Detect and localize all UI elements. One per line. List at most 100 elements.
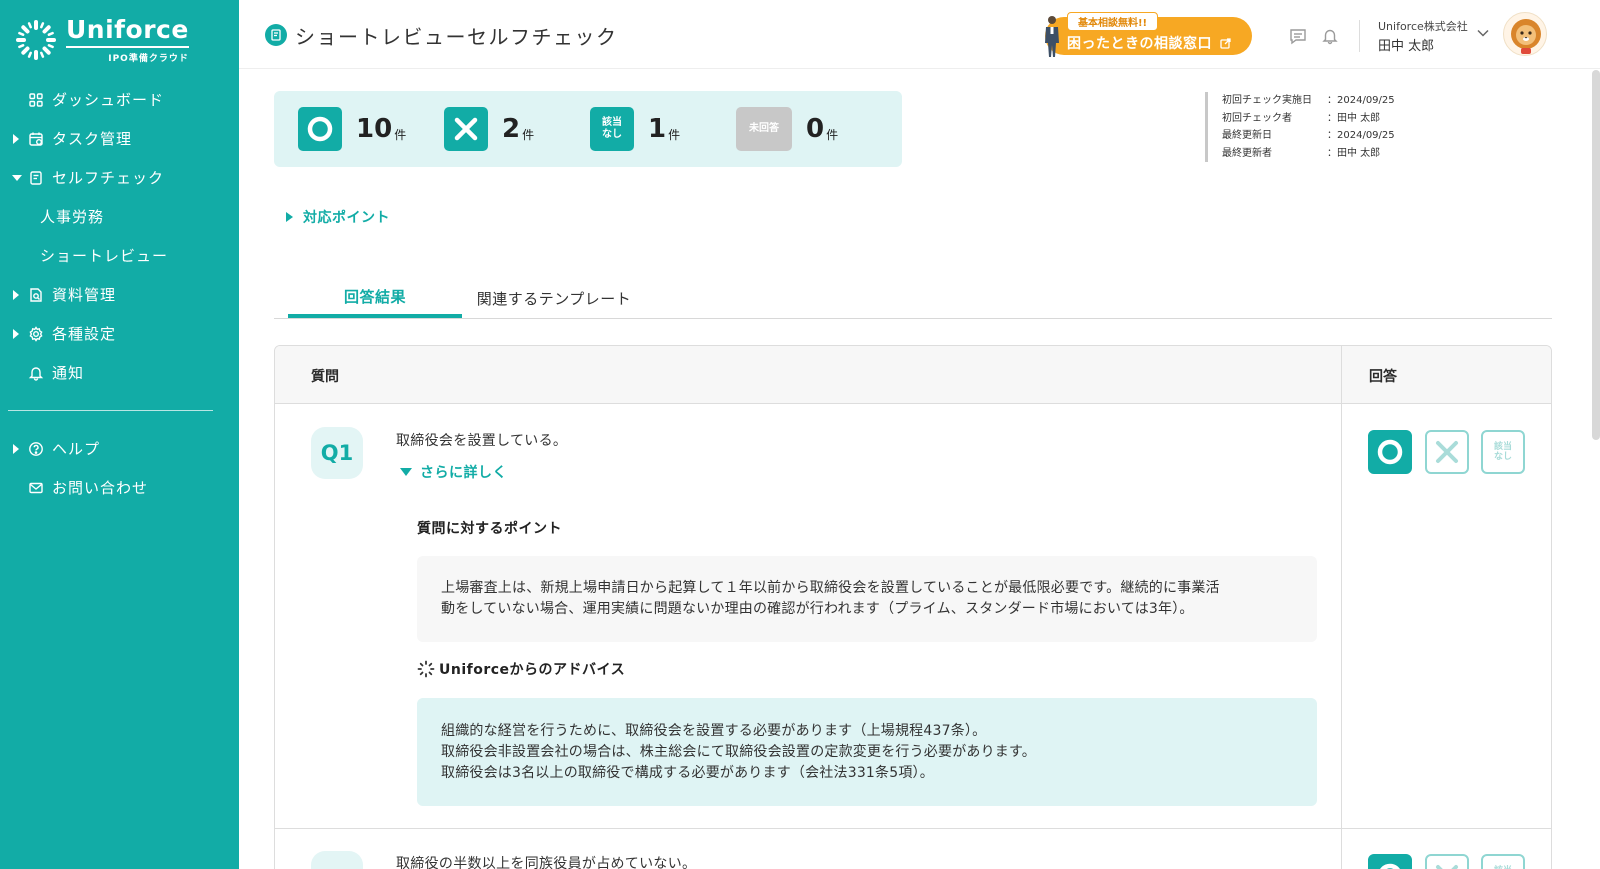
grid-icon (29, 92, 43, 107)
meta-value: ：2024/09/25 (1327, 95, 1395, 106)
row-divider (275, 828, 1551, 829)
tab-answer-results[interactable]: 回答結果 (288, 278, 462, 318)
summary-unanswered-label: 未回答 (749, 123, 779, 134)
page-checklist-icon (265, 24, 287, 46)
sidebar-item-hr-labor[interactable]: 人事労務 (0, 197, 239, 236)
bell-icon (28, 366, 44, 381)
calendar-icon (29, 132, 43, 146)
question-table: 質問 回答 Q1 取締役会を設置している。 さらに詳しく 質問に対するポイント … (274, 345, 1552, 869)
mail-icon (29, 482, 43, 493)
consultation-label-row: 困ったときの相談窓口 (1067, 33, 1232, 53)
consultant-person-icon (1045, 16, 1059, 57)
summary-unit: 件 (394, 127, 407, 142)
consultation-free-badge: 基本相談無料!! (1067, 12, 1159, 31)
top-header: ショートレビューセルフチェック 基本相談無料!! 困ったときの相談窓口 Unif… (239, 0, 1600, 69)
answer-ng-button[interactable] (1425, 430, 1469, 474)
table-header: 質問 回答 (275, 346, 1551, 404)
response-points-label: 対応ポイント (303, 210, 390, 226)
sidebar-item-selfcheck[interactable]: セルフチェック (0, 158, 239, 197)
meta-row: 最終更新者 ：田中 太郎 (1222, 145, 1395, 163)
meta-row: 初回チェック者 ：田中 太郎 (1222, 110, 1395, 128)
advice-title: Uniforceからのアドバイス (439, 662, 626, 678)
sidebar-divider (8, 410, 213, 411)
sidebar-item-contact[interactable]: お問い合わせ (0, 468, 239, 507)
question-text: 取締役会を設置している。 (396, 433, 568, 449)
summary-ok: 10 件 (298, 107, 406, 151)
avatar[interactable] (1503, 12, 1547, 56)
chat-icon[interactable] (1289, 27, 1307, 45)
response-points-toggle[interactable]: 対応ポイント (286, 207, 390, 227)
summary-unit: 件 (522, 127, 535, 142)
answer-column-header: 回答 (1369, 369, 1397, 385)
answer-ng-button[interactable] (1425, 854, 1469, 869)
sidebar-item-short-review[interactable]: ショートレビュー (0, 236, 239, 275)
meta-row: 初回チェック実施日 ：2024/09/25 (1222, 92, 1395, 110)
sidebar-item-label: 資料管理 (52, 286, 117, 304)
summary-unanswered-count: 0 (806, 114, 825, 144)
sidebar-nav: ダッシュボード タスク管理 セルフチェック 人事労務 ショートレビュー 資料管理… (0, 80, 239, 507)
question-point-box: 上場審査上は、新規上場申請日から起算して１年以前から取締役会を設置していることが… (417, 556, 1317, 642)
sidebar-item-label: ショートレビュー (40, 247, 169, 265)
meta-value: ：田中 太郎 (1327, 112, 1381, 124)
meta-key: 初回チェック実施日 (1222, 95, 1312, 106)
summary-unanswered: 未回答 0 件 (736, 107, 838, 151)
sidebar-item-notifications[interactable]: 通知 (0, 353, 239, 392)
show-more-toggle[interactable]: さらに詳しく (400, 462, 507, 482)
sidebar-item-label: ダッシュボード (52, 91, 165, 109)
summary-ok-count: 10 (356, 114, 393, 144)
question-point-line: 動をしていない場合、運用実績に問題ないか理由の確認が行われます（プライム、スタン… (441, 601, 1194, 617)
answer-na-button[interactable]: 該当なし (1481, 854, 1525, 869)
answer-ok-button[interactable] (1368, 854, 1412, 869)
logo-name: Uniforce (66, 14, 189, 44)
cross-mark-icon (1436, 441, 1458, 463)
unanswered-mark: 未回答 (736, 107, 792, 151)
notification-bell-icon[interactable] (1321, 27, 1339, 45)
advice-line: 取締役会非設置会社の場合は、株主総会にて取締役会設置の定款変更を行う必要がありま… (441, 743, 1036, 760)
advice-line: 組織的な経営を行うために、取締役会を設置する必要があります（上場規程437条）。 (441, 722, 987, 739)
meta-value: ：2024/09/25 (1327, 130, 1395, 141)
sidebar-item-help[interactable]: ヘルプ (0, 429, 239, 468)
sidebar-item-label: タスク管理 (52, 130, 133, 148)
summary-na-label: 該当なし (602, 117, 622, 140)
header-divider (1359, 20, 1360, 52)
meta-value: ：田中 太郎 (1327, 147, 1381, 159)
summary-na-count: 1 (648, 114, 667, 144)
answer-summary: 10 件 2 件 該当なし 1 件 未回答 0 件 (274, 91, 902, 167)
uniforce-logo-icon (417, 660, 435, 678)
consultation-button[interactable]: 基本相談無料!! 困ったときの相談窓口 (1037, 12, 1257, 58)
checklist-icon (30, 170, 42, 185)
caret-right-icon (13, 329, 19, 339)
question-column-header: 質問 (311, 369, 339, 385)
not-applicable-mark: 該当なし (590, 107, 634, 151)
user-name[interactable]: 田中 太郎 (1378, 35, 1434, 54)
sidebar-item-documents[interactable]: 資料管理 (0, 275, 239, 314)
answer-na-button[interactable]: 該当なし (1481, 430, 1525, 474)
caret-down-icon (12, 175, 22, 181)
company-name: Uniforce株式会社 (1378, 20, 1468, 33)
triangle-down-icon (400, 468, 412, 476)
sidebar-item-label: ヘルプ (52, 440, 101, 458)
sidebar-item-settings[interactable]: 各種設定 (0, 314, 239, 353)
triangle-right-icon (286, 212, 293, 222)
page-scrollbar[interactable] (1592, 70, 1600, 440)
sidebar-item-tasks[interactable]: タスク管理 (0, 119, 239, 158)
sidebar-item-label: 人事労務 (40, 208, 105, 226)
summary-ng: 2 件 (444, 107, 534, 151)
chevron-down-icon[interactable] (1477, 29, 1489, 37)
meta-key: 初回チェック者 (1222, 112, 1292, 124)
summary-na: 該当なし 1 件 (590, 107, 680, 151)
sidebar-item-label: 通知 (52, 364, 85, 382)
question-point-line: 上場審査上は、新規上場申請日から起算して１年以前から取締役会を設置していることが… (441, 580, 1220, 596)
answer-na-label: 該当なし (1493, 442, 1512, 462)
advice-box: 組織的な経営を行うために、取締役会を設置する必要があります（上場規程437条）。… (417, 698, 1317, 806)
sidebar-item-label: お問い合わせ (52, 479, 149, 497)
tab-related-templates[interactable]: 関連するテンプレート (470, 278, 638, 318)
circle-mark-icon (1379, 863, 1401, 869)
sidebar-item-dashboard[interactable]: ダッシュボード (0, 80, 239, 119)
question-point-title: 質問に対するポイント (417, 521, 562, 537)
answer-ok-button[interactable] (1368, 430, 1412, 474)
document-search-icon (30, 287, 42, 302)
logo[interactable]: Uniforce IPO準備クラウド (12, 16, 189, 64)
logo-tagline: IPO準備クラウド (66, 45, 189, 64)
meta-row: 最終更新日 ：2024/09/25 (1222, 127, 1395, 145)
